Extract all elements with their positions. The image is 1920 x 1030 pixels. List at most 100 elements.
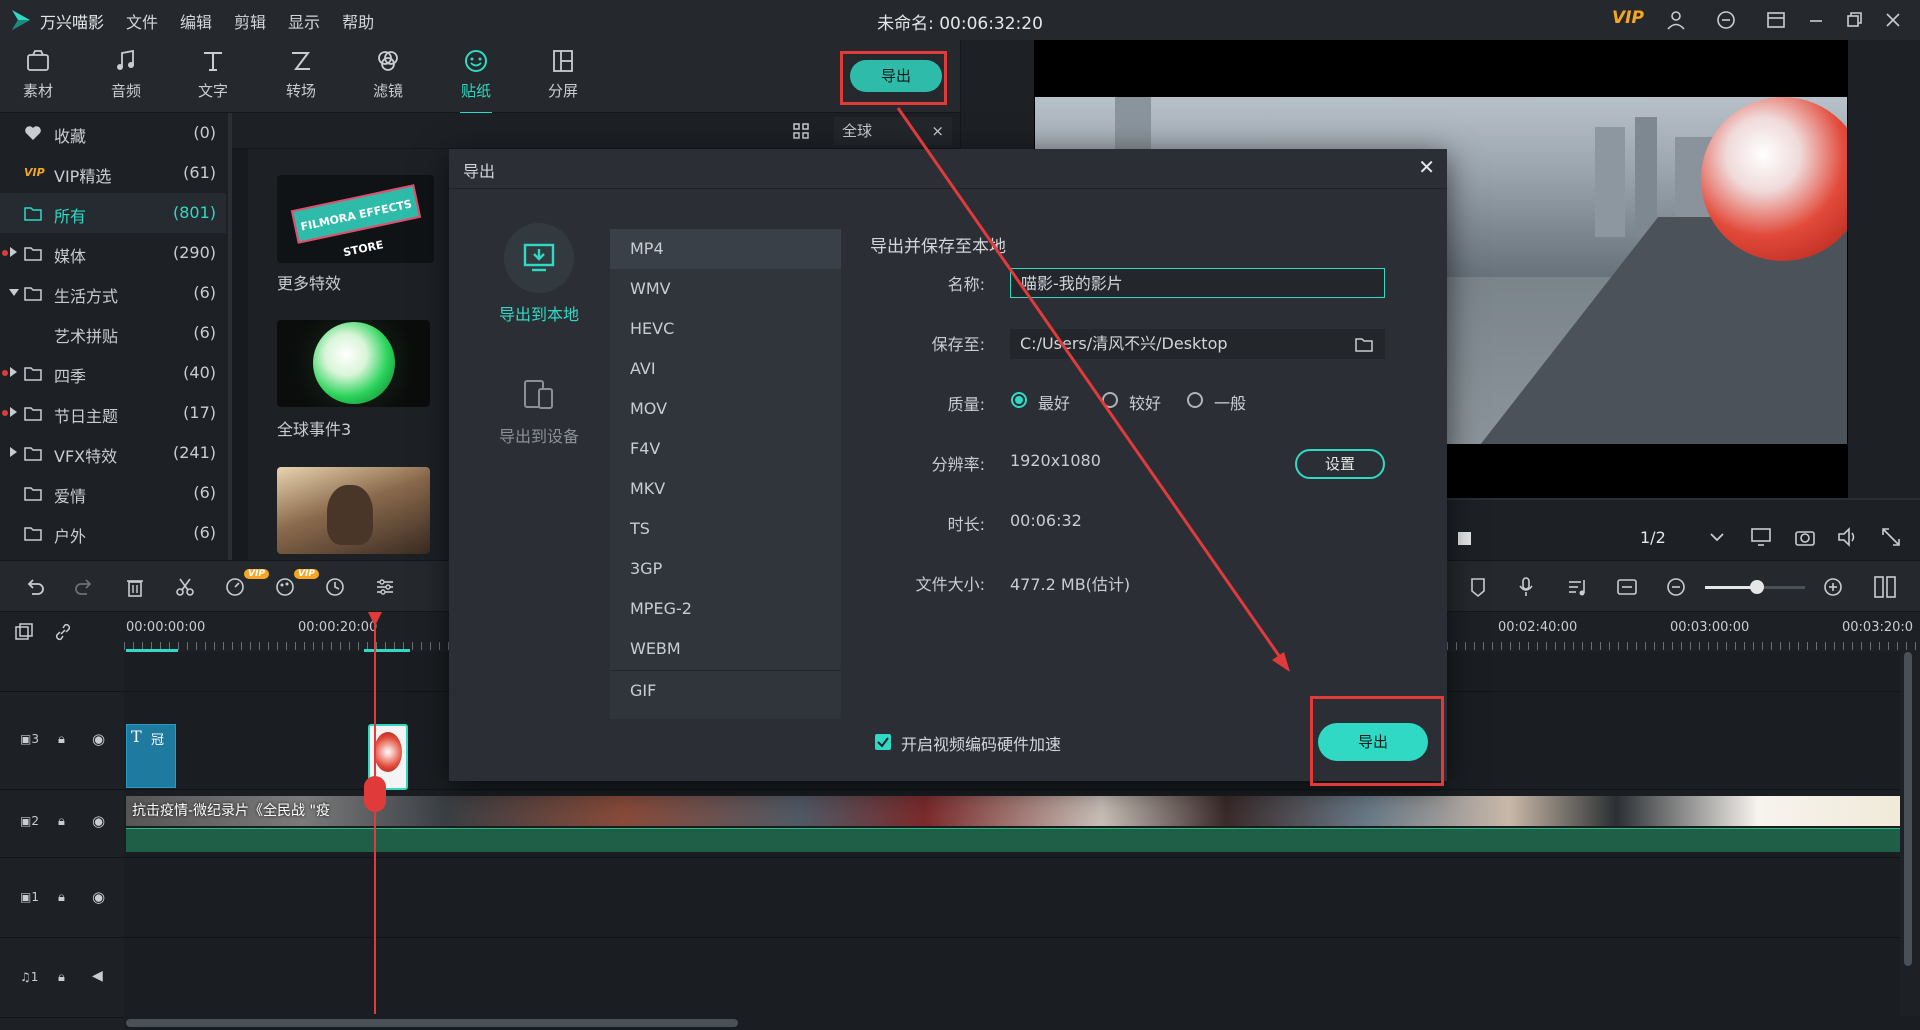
tool-sticker[interactable]: 贴纸 bbox=[446, 44, 506, 115]
eye-icon[interactable]: ◉ bbox=[92, 730, 105, 748]
format-gif[interactable]: GIF bbox=[610, 671, 841, 711]
eye-icon[interactable]: ◉ bbox=[92, 888, 105, 906]
category-seasons[interactable]: 四季 (40) bbox=[0, 353, 226, 393]
chevron-down-icon[interactable] bbox=[1710, 532, 1724, 542]
vip-badge[interactable]: VIP bbox=[1612, 8, 1644, 28]
quality-normal-radio[interactable] bbox=[1187, 392, 1203, 408]
format-3gp[interactable]: 3GP bbox=[610, 549, 841, 589]
category-media[interactable]: 媒体 (290) bbox=[0, 233, 226, 273]
zoom-slider-handle[interactable] bbox=[1750, 580, 1764, 594]
format-avi[interactable]: AVI bbox=[610, 349, 841, 389]
restore-icon[interactable] bbox=[1843, 9, 1865, 31]
tool-audio[interactable]: 音频 bbox=[96, 44, 156, 101]
format-mpeg2[interactable]: MPEG-2 bbox=[610, 589, 841, 629]
tool-splitscreen[interactable]: 分屏 bbox=[533, 44, 593, 101]
category-love[interactable]: 爱情 (6) bbox=[0, 473, 226, 513]
tool-media[interactable]: 素材 bbox=[8, 44, 68, 101]
expand-arrow-icon[interactable] bbox=[10, 407, 17, 417]
format-ts[interactable]: TS bbox=[610, 509, 841, 549]
fullscreen-icon[interactable] bbox=[1880, 526, 1902, 548]
playhead[interactable] bbox=[374, 614, 376, 1014]
format-mp4[interactable]: MP4 bbox=[610, 229, 841, 269]
tool-filter[interactable]: 滤镜 bbox=[358, 44, 418, 101]
settings-button[interactable]: 设置 bbox=[1295, 449, 1385, 479]
hw-accel-checkbox[interactable] bbox=[875, 734, 891, 750]
lock-icon[interactable]: 🔒︎ bbox=[58, 970, 65, 985]
feedback-icon[interactable] bbox=[1715, 9, 1737, 31]
dest-device[interactable]: 导出到设备 bbox=[479, 377, 599, 447]
lock-icon[interactable]: 🔒︎ bbox=[58, 732, 65, 747]
format-wmv[interactable]: WMV bbox=[610, 269, 841, 309]
fit-icon[interactable] bbox=[1616, 576, 1638, 598]
speaker-icon[interactable]: ◀︎ bbox=[92, 968, 103, 984]
minimize-icon[interactable] bbox=[1805, 9, 1827, 31]
expand-arrow-icon[interactable] bbox=[10, 367, 17, 377]
marker-icon[interactable] bbox=[1467, 576, 1489, 598]
search-input[interactable]: 全球 × bbox=[834, 117, 952, 145]
link-icon[interactable] bbox=[53, 622, 73, 642]
undo-icon[interactable] bbox=[24, 576, 46, 598]
lock-icon[interactable]: 🔒︎ bbox=[58, 890, 65, 905]
category-lifestyle[interactable]: 生活方式 (6) bbox=[0, 273, 226, 313]
clear-search-icon[interactable]: × bbox=[931, 117, 944, 145]
quality-best-radio[interactable] bbox=[1011, 392, 1027, 408]
store-icon[interactable] bbox=[1765, 9, 1787, 31]
snapshot-icon[interactable] bbox=[1794, 526, 1816, 548]
speed-icon[interactable] bbox=[224, 576, 246, 598]
category-outdoor[interactable]: 户外 (6) bbox=[0, 513, 226, 553]
video-clip-strip[interactable]: 抗击疫情-微纪录片《全民战 "疫 bbox=[126, 796, 1900, 826]
category-vip[interactable]: VIP VIP精选 (61) bbox=[0, 153, 226, 193]
duration-icon[interactable] bbox=[324, 576, 346, 598]
collapse-strip[interactable] bbox=[232, 149, 248, 560]
zoom-in-icon[interactable] bbox=[1822, 576, 1844, 598]
expand-arrow-icon[interactable] bbox=[10, 447, 17, 457]
collapse-arrow-icon[interactable] bbox=[9, 289, 19, 296]
quality-best-label[interactable]: 最好 bbox=[1038, 390, 1070, 414]
account-icon[interactable] bbox=[1665, 9, 1687, 31]
close-icon[interactable] bbox=[1882, 9, 1904, 31]
delete-icon[interactable] bbox=[124, 576, 146, 598]
format-mkv[interactable]: MKV bbox=[610, 469, 841, 509]
stop-icon[interactable] bbox=[1458, 532, 1471, 545]
track-layout-icon[interactable] bbox=[1872, 574, 1898, 600]
eye-icon[interactable]: ◉ bbox=[92, 812, 105, 830]
microphone-icon[interactable] bbox=[1515, 576, 1537, 598]
format-mov[interactable]: MOV bbox=[610, 389, 841, 429]
sticker-thumb-store[interactable]: FILMORA EFFECTS STORE bbox=[277, 175, 434, 263]
adjust-icon[interactable] bbox=[374, 576, 396, 598]
save-path-input[interactable]: C:/Users/清风不兴/Desktop bbox=[1010, 329, 1385, 359]
zoom-out-icon[interactable] bbox=[1665, 576, 1687, 598]
display-icon[interactable] bbox=[1750, 526, 1772, 548]
category-favorites[interactable]: 收藏 (0) bbox=[0, 113, 226, 153]
track-lane-1[interactable] bbox=[124, 858, 1900, 938]
audio-lane-1[interactable] bbox=[124, 938, 1900, 1018]
tool-text[interactable]: 文字 bbox=[183, 44, 243, 101]
timeline-vscrollbar[interactable] bbox=[1904, 652, 1912, 966]
tool-transition[interactable]: 转场 bbox=[271, 44, 331, 101]
quality-normal-label[interactable]: 一般 bbox=[1214, 390, 1246, 414]
audio-waveform[interactable] bbox=[126, 828, 1900, 852]
sticker-thumb-sunset[interactable] bbox=[277, 467, 430, 554]
audio-mixer-icon[interactable] bbox=[1566, 576, 1588, 598]
category-vfx[interactable]: VFX特效 (241) bbox=[0, 433, 226, 473]
split-marker[interactable] bbox=[364, 776, 386, 812]
color-icon[interactable] bbox=[274, 576, 296, 598]
category-holidays[interactable]: 节日主题 (17) bbox=[0, 393, 226, 433]
format-f4v[interactable]: F4V bbox=[610, 429, 841, 469]
category-art-collage[interactable]: 艺术拼贴 (6) bbox=[0, 313, 226, 353]
expand-arrow-icon[interactable] bbox=[10, 247, 17, 257]
add-track-icon[interactable] bbox=[14, 622, 34, 642]
timeline-scrollbar[interactable] bbox=[126, 1019, 738, 1027]
lock-icon[interactable]: 🔒︎ bbox=[58, 814, 65, 829]
name-input[interactable]: 喵影-我的影片 bbox=[1010, 268, 1385, 298]
format-hevc[interactable]: HEVC bbox=[610, 309, 841, 349]
quality-good-radio[interactable] bbox=[1102, 392, 1118, 408]
sticker-thumb-globe[interactable] bbox=[277, 320, 430, 407]
redo-icon[interactable] bbox=[73, 576, 95, 598]
preview-ratio[interactable]: 1/2 bbox=[1640, 528, 1666, 547]
track-lane-2[interactable]: 抗击疫情-微纪录片《全民战 "疫 bbox=[124, 790, 1900, 858]
folder-icon[interactable] bbox=[1355, 336, 1373, 352]
category-all[interactable]: 所有 (801) bbox=[0, 193, 226, 233]
format-webm[interactable]: WEBM bbox=[610, 629, 841, 669]
quality-good-label[interactable]: 较好 bbox=[1129, 390, 1161, 414]
